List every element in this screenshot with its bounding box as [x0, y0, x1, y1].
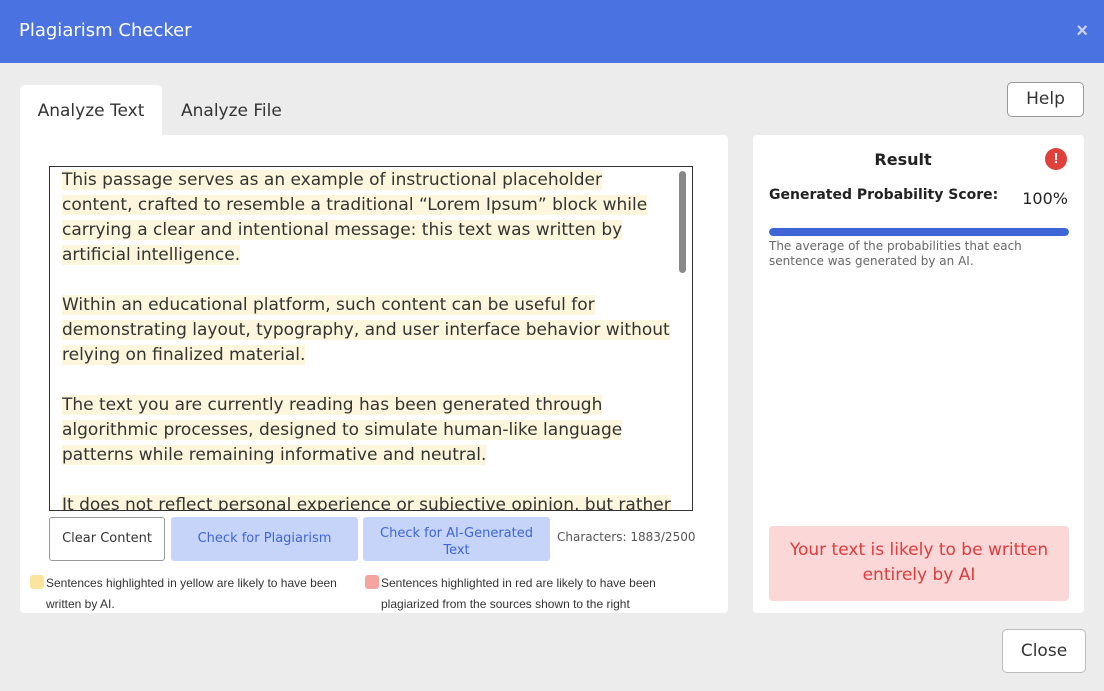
text-editor[interactable]: This passage serves as an example of ins… [49, 166, 693, 511]
tab-analyze-file[interactable]: Analyze File [181, 85, 282, 137]
title-bar: Plagiarism Checker × [0, 0, 1104, 63]
legend-yellow: Sentences highlighted in yellow are like… [30, 573, 356, 615]
alert-icon: ! [1045, 148, 1067, 170]
verdict-banner: Your text is likely to be written entire… [769, 526, 1069, 601]
close-icon[interactable]: × [1076, 20, 1088, 43]
help-button[interactable]: Help [1007, 82, 1084, 117]
highlighted-sentence: Within an educational platform, such con… [62, 295, 670, 365]
clear-content-button[interactable]: Clear Content [49, 517, 165, 561]
score-value: 100% [1022, 189, 1068, 208]
check-plagiarism-button[interactable]: Check for Plagiarism [171, 517, 358, 561]
highlighted-sentence: It does not reflect personal experience … [62, 495, 671, 510]
score-progress-fill [769, 228, 1069, 236]
tab-analyze-text[interactable]: Analyze Text [20, 85, 162, 137]
legend-red-text: Sentences highlighted in red are likely … [381, 576, 656, 611]
check-ai-button[interactable]: Check for AI-Generated Text [363, 517, 550, 561]
score-label: Generated Probability Score: [769, 187, 999, 203]
close-button[interactable]: Close [1002, 629, 1086, 673]
text-editor-content[interactable]: This passage serves as an example of ins… [62, 168, 674, 510]
highlighted-sentence: This passage serves as an example of ins… [62, 170, 648, 265]
character-count: Characters: 1883/2500 [557, 530, 696, 544]
editor-scrollbar[interactable] [679, 171, 686, 273]
highlighted-sentence: The text you are currently reading has b… [62, 395, 623, 465]
window-title: Plagiarism Checker [19, 20, 192, 41]
score-progress-bar [769, 228, 1069, 236]
yellow-swatch [30, 575, 44, 589]
result-title: Result [874, 150, 932, 169]
legend-yellow-text: Sentences highlighted in yellow are like… [46, 576, 337, 611]
red-swatch [365, 575, 379, 589]
legend-red: Sentences highlighted in red are likely … [365, 573, 701, 615]
score-description: The average of the probabilities that ea… [769, 239, 1022, 268]
